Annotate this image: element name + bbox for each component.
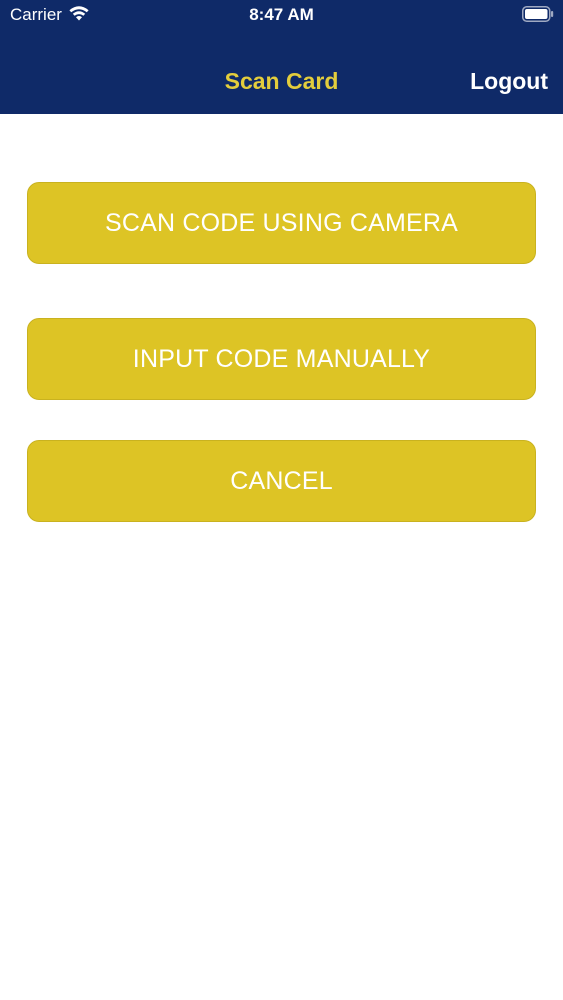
input-manual-button[interactable]: INPUT CODE MANUALLY — [27, 318, 536, 400]
scan-camera-button[interactable]: SCAN CODE USING CAMERA — [27, 182, 536, 264]
status-bar: Carrier 8:47 AM — [0, 0, 563, 30]
logout-button[interactable]: Logout — [470, 68, 548, 95]
battery-icon — [522, 6, 554, 22]
navigation-bar: Carrier 8:47 AM Scan Card Logout — [0, 0, 563, 114]
status-time: 8:47 AM — [249, 5, 314, 24]
cancel-button[interactable]: CANCEL — [27, 440, 536, 522]
